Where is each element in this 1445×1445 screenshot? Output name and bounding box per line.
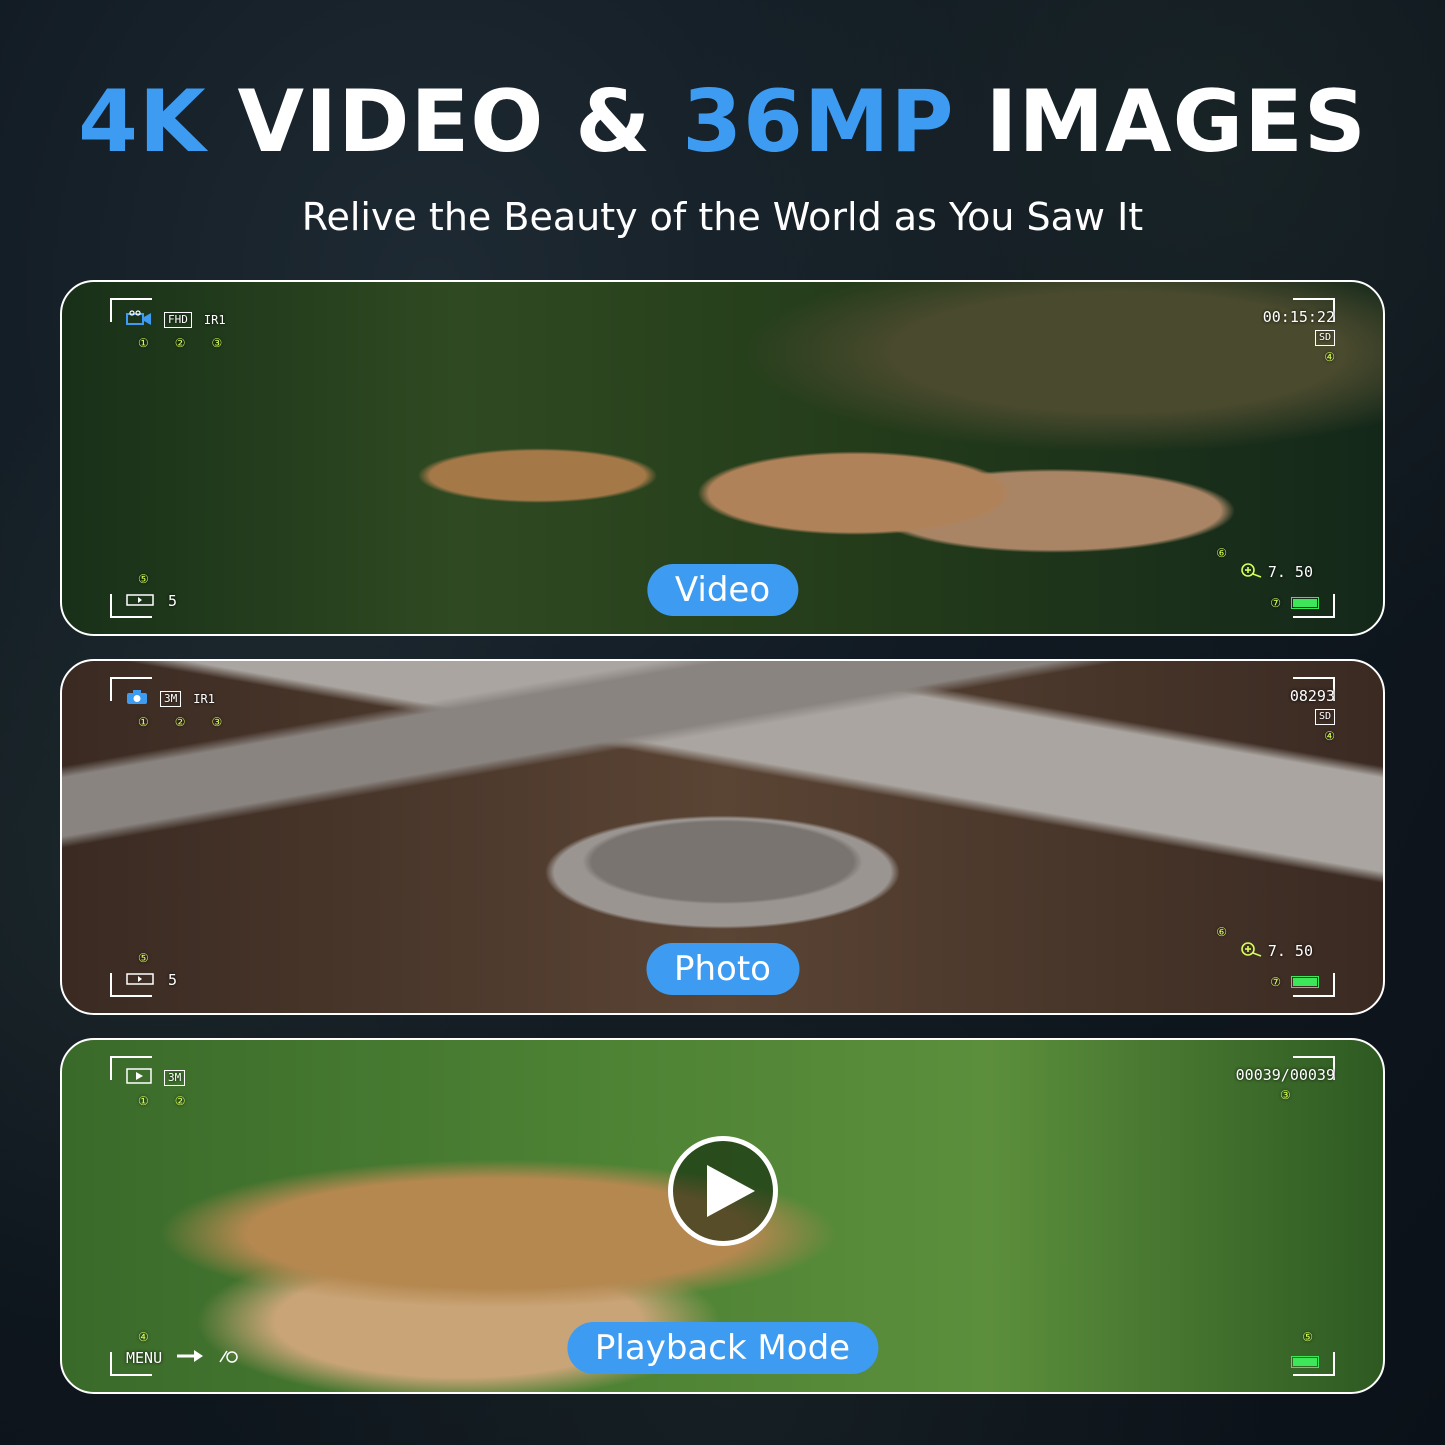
- callout-number: ③: [211, 715, 223, 729]
- callout-number: ①: [138, 1094, 149, 1108]
- mode-label-photo: Photo: [646, 943, 799, 995]
- resolution-badge: FHD: [164, 312, 192, 328]
- hud-zoom: 7. 50: [1240, 941, 1313, 961]
- headline-4k: 4K: [78, 72, 207, 172]
- hud-top-right: 00039/00039 ③: [1236, 1066, 1335, 1102]
- callout-number: ③: [211, 336, 223, 350]
- hud-bottom-right: ⑦: [1270, 596, 1319, 610]
- hud-zoom: 7. 50: [1240, 562, 1313, 582]
- callout-number: ①: [138, 715, 149, 729]
- resolution-badge: 3M: [160, 691, 182, 707]
- callout-number: ⑥: [1216, 546, 1227, 560]
- zoom-icon: [1240, 941, 1262, 961]
- callout-number: ④: [1324, 350, 1335, 364]
- hud-top-right: 00:15:22 SD ④: [1263, 308, 1335, 364]
- callout-number: ⑦: [1270, 596, 1281, 610]
- headline-images: IMAGES: [954, 72, 1367, 172]
- ir-indicator: IR1: [203, 313, 226, 327]
- resolution-badge: 3M: [164, 1070, 186, 1086]
- menu-label: MENU: [126, 1349, 163, 1367]
- callout-number: ②: [174, 336, 186, 350]
- callout-number: ①: [138, 336, 149, 350]
- callout-number: ④: [138, 1330, 149, 1344]
- hud-callout-numbers: ① ②: [138, 1094, 186, 1108]
- callout-number: ⑤: [138, 572, 149, 586]
- callout-number: ⑤: [1302, 1330, 1313, 1344]
- callout-number: ③: [1279, 1088, 1291, 1102]
- photo-panel: 3M IR1 ① ② ③ 08293 SD ④ ⑤ 5 ⑥ 7. 50 ⑦ Ph…: [60, 659, 1385, 1015]
- mode-label-playback: Playback Mode: [566, 1322, 879, 1374]
- video-camera-icon: [126, 310, 152, 330]
- play-button[interactable]: [668, 1136, 778, 1246]
- play-icon: [707, 1165, 755, 1217]
- headline: 4K VIDEO & 36MP IMAGES: [0, 72, 1445, 172]
- playback-mode-icon: [126, 1068, 152, 1088]
- callout-number: ⑥: [1216, 925, 1227, 939]
- hud-bottom-left: 5: [126, 971, 177, 989]
- sd-card-icon: SD: [1314, 330, 1335, 346]
- callout-number: ⑤: [138, 951, 149, 965]
- hud-top-left: FHD IR1: [126, 310, 226, 330]
- battery-icon: [1291, 1356, 1319, 1368]
- headline-video: VIDEO &: [206, 72, 683, 172]
- hud-callout-numbers: ① ② ③: [138, 336, 222, 350]
- battery-icon: [1291, 976, 1319, 988]
- camera-icon: [126, 689, 148, 709]
- callout-number: ⑦: [1270, 975, 1281, 989]
- recording-time: 00:15:22: [1262, 308, 1335, 326]
- subtitle: Relive the Beauty of the World as You Sa…: [301, 195, 1144, 239]
- hud-bottom-right: [1291, 1356, 1319, 1368]
- zoom-icon: [1240, 562, 1262, 582]
- zoom-level: 7. 50: [1267, 563, 1313, 581]
- hud-callout-numbers: ① ② ③: [138, 715, 222, 729]
- zoom-level: 7. 50: [1267, 942, 1313, 960]
- hud-bottom-right: ⑦: [1270, 975, 1319, 989]
- callout-number: ②: [174, 715, 186, 729]
- battery-icon: [1291, 597, 1319, 609]
- hud-top-right: 08293 SD ④: [1290, 687, 1335, 743]
- headline-36mp: 36MP: [682, 72, 955, 172]
- shot-count: 5: [168, 971, 178, 989]
- battery-mode-icon: [126, 592, 154, 610]
- file-counter: 00039/00039: [1235, 1066, 1335, 1084]
- ir-indicator: IR1: [193, 692, 215, 706]
- photo-count: 08293: [1289, 687, 1335, 705]
- playback-panel: 3M ① ② 00039/00039 ③ ④ MENU ⑤ Playback M…: [60, 1038, 1385, 1394]
- shot-count: 5: [168, 592, 178, 610]
- settings-icon: [218, 1348, 242, 1368]
- battery-mode-icon: [126, 971, 154, 989]
- hud-bottom-left: 5: [126, 592, 177, 610]
- callout-number: ②: [174, 1094, 186, 1108]
- arrow-right-icon: [176, 1349, 204, 1367]
- sd-card-icon: SD: [1314, 709, 1335, 725]
- video-panel: FHD IR1 ① ② ③ 00:15:22 SD ④ ⑤ 5 ⑥ 7. 50 …: [60, 280, 1385, 636]
- hud-top-left: 3M IR1: [126, 689, 215, 709]
- callout-number: ④: [1324, 729, 1335, 743]
- hud-top-left: 3M: [126, 1068, 186, 1088]
- hud-bottom-left: MENU: [126, 1348, 242, 1368]
- mode-label-video: Video: [646, 564, 799, 616]
